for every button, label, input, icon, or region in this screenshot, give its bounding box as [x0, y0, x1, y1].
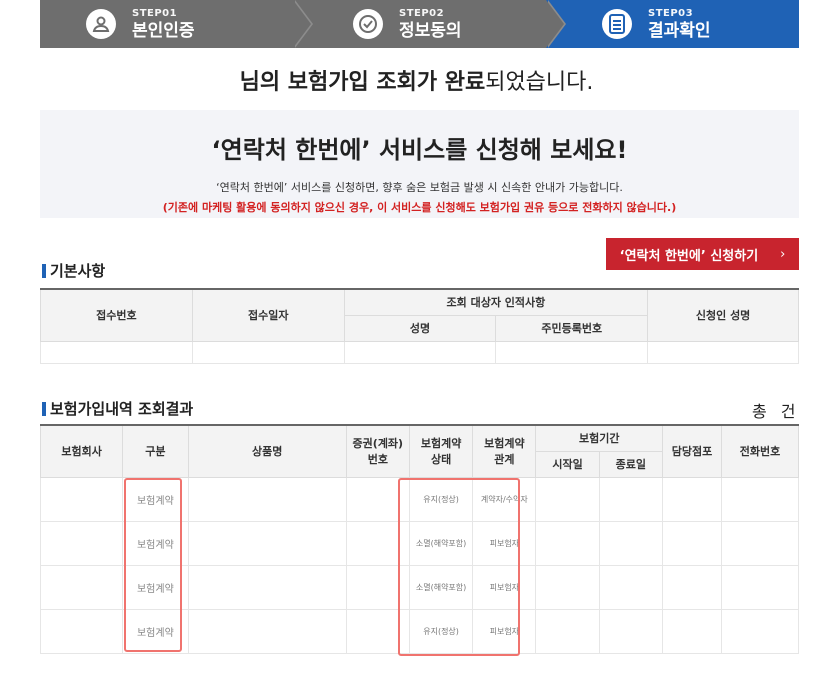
th-receipt-date: 접수일자 — [191, 288, 345, 342]
th-branch: 담당점포 — [661, 424, 722, 478]
cell — [720, 476, 800, 522]
total-unit: 건 — [780, 402, 796, 421]
th-target-info: 조회 대상자 인적사항 — [343, 288, 649, 316]
cell — [598, 520, 663, 566]
results-title: 보험가입내역 조회결과 — [42, 398, 193, 419]
cell — [535, 476, 600, 522]
th-product: 상품명 — [187, 424, 347, 478]
th-policy-no-1: 증권(계좌) — [352, 437, 404, 451]
step-2-name: 정보동의 — [399, 20, 462, 41]
step-3-name: 결과확인 — [648, 20, 711, 41]
chevron-right-icon: › — [780, 246, 786, 262]
promo-title: ‘연락처 한번에’ 서비스를 신청해 보세요! — [211, 136, 628, 164]
section-bar-icon — [42, 263, 46, 278]
cell — [661, 564, 722, 610]
th-company: 보험회사 — [39, 424, 124, 478]
step-3-label: STEP03 — [648, 7, 694, 19]
results-title-text: 보험가입내역 조회결과 — [50, 400, 194, 418]
table-row — [40, 340, 799, 364]
section-bar-icon — [42, 401, 46, 416]
cell — [187, 608, 347, 654]
th-name: 성명 — [343, 314, 497, 342]
cell — [661, 608, 722, 654]
cell — [39, 476, 124, 522]
cell — [535, 608, 600, 654]
document-icon — [602, 9, 632, 39]
th-relation-1: 보험계약 — [484, 437, 525, 451]
kind-column-highlight — [124, 478, 182, 652]
total-label: 총 — [752, 402, 767, 421]
cell — [720, 564, 800, 610]
cell — [535, 564, 600, 610]
cell — [187, 520, 347, 566]
step-1-name: 본인인증 — [132, 20, 195, 41]
cell — [39, 520, 124, 566]
cell — [495, 340, 649, 364]
basic-info-title: 기본사항 — [42, 260, 105, 281]
promo-description: ‘연락처 한번에’ 서비스를 신청하면, 향후 숨은 보험금 발생 시 신속한 … — [216, 181, 623, 194]
cell — [661, 476, 722, 522]
total-count: 총건 — [752, 398, 795, 422]
th-status: 보험계약상태 — [408, 424, 474, 478]
th-status-2: 상태 — [430, 453, 452, 467]
cell — [661, 520, 722, 566]
apply-contact-service-button[interactable]: ‘연락처 한번에’ 신청하기 › — [606, 238, 799, 270]
step-3: STEP03 결과확인 — [546, 0, 799, 48]
cell — [598, 608, 663, 654]
th-start: 시작일 — [535, 450, 600, 478]
contact-service-promo: ‘연락처 한번에’ 서비스를 신청해 보세요! ‘연락처 한번에’ 서비스를 신… — [40, 110, 799, 218]
step-2: STEP02 정보동의 — [293, 0, 566, 48]
apply-button-label: ‘연락처 한번에’ 신청하기 — [619, 248, 759, 264]
promo-warning: (기존에 마케팅 활용에 동의하지 않으신 경우, 이 서비스를 신청해도 보험… — [162, 201, 677, 214]
th-kind: 구분 — [122, 424, 189, 478]
th-relation: 보험계약관계 — [472, 424, 537, 478]
th-phone: 전화번호 — [720, 424, 800, 478]
step-progress-bar: STEP01 본인인증 STEP02 정보동의 STEP03 결과확인 — [40, 0, 799, 48]
th-status-1: 보험계약 — [420, 437, 462, 451]
th-receipt-no: 접수번호 — [40, 288, 193, 342]
cell — [39, 564, 124, 610]
person-icon — [86, 9, 116, 39]
cell — [720, 520, 800, 566]
cell — [187, 564, 347, 610]
completion-headline: 님의 보험가입 조회가 완료되었습니다. — [0, 64, 833, 96]
cell — [720, 608, 800, 654]
cell — [598, 476, 663, 522]
cell — [187, 476, 347, 522]
step-1: STEP01 본인인증 — [40, 0, 313, 48]
headline-bold: 보험가입 조회가 완료 — [287, 70, 486, 95]
th-policy-no-2: 번호 — [367, 453, 388, 467]
headline-suffix: 되었습니다. — [485, 70, 594, 95]
th-relation-2: 관계 — [494, 453, 515, 467]
status-relation-highlight — [398, 478, 520, 656]
basic-info-table: 접수번호 접수일자 조회 대상자 인적사항 신청인 성명 성명 주민등록번호 — [40, 288, 799, 364]
step-2-label: STEP02 — [399, 7, 445, 19]
cell — [39, 608, 124, 654]
th-end: 종료일 — [598, 450, 663, 478]
step-1-label: STEP01 — [132, 7, 178, 19]
th-period: 보험기간 — [535, 424, 663, 452]
th-rrn: 주민등록번호 — [495, 314, 649, 342]
cell — [647, 340, 799, 364]
basic-info-title-text: 기본사항 — [50, 262, 106, 280]
cell — [535, 520, 600, 566]
th-policy-no: 증권(계좌) 번호 — [345, 424, 410, 478]
cell — [343, 340, 497, 364]
headline-prefix: 님의 — [239, 70, 288, 95]
cell — [598, 564, 663, 610]
th-applicant-name: 신청인 성명 — [647, 288, 799, 342]
check-circle-icon — [353, 9, 383, 39]
cell — [40, 340, 193, 364]
cell — [191, 340, 345, 364]
